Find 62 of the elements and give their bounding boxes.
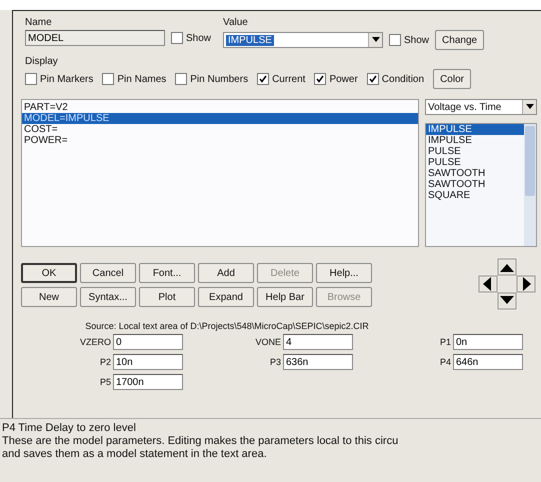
dialog-button[interactable]: Help... — [316, 263, 372, 283]
checkmark-icon — [316, 75, 324, 83]
dialog-button[interactable]: Plot — [139, 287, 195, 307]
dialog-button[interactable]: Syntax... — [80, 287, 136, 307]
parameter-field[interactable]: 10n — [113, 354, 183, 370]
parameter-field[interactable]: 636n — [283, 354, 353, 370]
display-checkbox[interactable]: Pin Names — [102, 73, 166, 85]
checkmark-icon — [368, 75, 377, 83]
parameter-field[interactable]: 646n — [453, 354, 523, 370]
display-checkbox[interactable]: Condition — [366, 73, 424, 85]
help-text: and saves them as a model statement in the text area. — [2, 448, 268, 461]
model-item[interactable]: IMPULSE — [426, 124, 524, 135]
display-label: Display — [25, 56, 59, 67]
help-text: These are the model parameters. Editing makes the parameters local to this circu — [2, 435, 400, 448]
parameter-label: P5 — [100, 377, 111, 387]
parameter-label: VONE — [255, 337, 281, 347]
parameter-label: P1 — [440, 337, 451, 347]
display-checkbox[interactable]: Power — [314, 73, 358, 85]
model-item[interactable]: SAWTOOTH — [426, 179, 524, 190]
dialog-button[interactable]: Font... — [139, 263, 195, 283]
model-item[interactable]: SQUARE — [426, 190, 524, 201]
display-checkbox[interactable]: Pin Markers — [25, 73, 94, 85]
show-checkbox[interactable]: Show — [389, 34, 430, 46]
parameter-label: P3 — [270, 357, 281, 367]
dialog-button[interactable]: New — [21, 287, 77, 307]
model-item[interactable]: PULSE — [426, 146, 524, 157]
scrollbar[interactable] — [524, 124, 536, 246]
plot-select[interactable]: Voltage vs. Time — [425, 99, 537, 115]
value-combo[interactable]: IMPULSE — [223, 32, 384, 48]
model-item[interactable]: IMPULSE — [426, 135, 524, 146]
parameter-label: P2 — [100, 357, 111, 367]
caret-icon[interactable] — [372, 37, 380, 43]
dialog-button[interactable]: OK — [21, 263, 77, 283]
text-line[interactable]: COST= — [22, 124, 418, 135]
text-area[interactable]: PART=V2 MODEL=IMPULSE COST= POWER= — [21, 99, 419, 247]
caret-icon[interactable] — [526, 104, 534, 110]
text-line[interactable]: PART=V2 — [22, 102, 418, 113]
show-checkbox[interactable]: Show — [171, 32, 212, 44]
parameter-label: VZERO — [80, 337, 111, 347]
parameter-field[interactable]: 4 — [283, 334, 353, 350]
help-text: P4 Time Delay to zero level — [2, 422, 137, 435]
dialog-button[interactable]: Cancel — [80, 263, 136, 283]
display-checkbox[interactable]: Current — [257, 73, 306, 85]
parameter-field[interactable]: 0n — [453, 334, 523, 350]
dialog-button[interactable]: Help Bar — [257, 287, 313, 307]
change-button[interactable]: Change — [435, 30, 484, 50]
dialog-button[interactable]: Add — [198, 263, 254, 283]
model-item[interactable]: SAWTOOTH — [426, 168, 524, 179]
name-field[interactable]: MODEL — [25, 30, 165, 46]
display-checkbox[interactable]: Pin Numbers — [175, 73, 248, 85]
value-label: Value — [223, 17, 249, 28]
dialog-button[interactable]: Expand — [198, 287, 254, 307]
name-label: Name — [25, 17, 53, 28]
parameter-label: P4 — [440, 357, 451, 367]
model-item[interactable]: PULSE — [426, 157, 524, 168]
color-button[interactable]: Color — [433, 69, 471, 89]
model-list[interactable]: IMPULSE IMPULSE PULSE PULSE SAWTOOTH SAWTOOTH SQUARE — [425, 123, 537, 247]
source-text: Source: Local text area of D:\Projects\548\MicroCap\SEPIC\sepic2.CIR — [84, 320, 370, 331]
text-line[interactable]: POWER= — [22, 135, 418, 146]
checkmark-icon — [259, 75, 268, 83]
parameter-field[interactable]: 1700n — [113, 374, 183, 390]
parameter-field[interactable]: 0 — [113, 334, 183, 350]
